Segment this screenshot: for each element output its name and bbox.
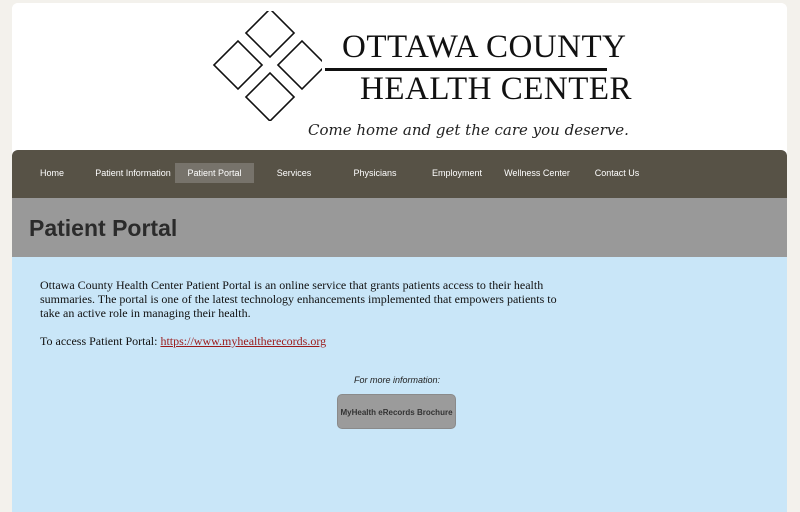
nav-item-patient-portal[interactable]: Patient Portal xyxy=(175,163,254,183)
logo-title-line1: OTTAWA COUNTY xyxy=(342,29,627,65)
access-line: To access Patient Portal: https://www.my… xyxy=(40,334,326,349)
title-band: Patient Portal xyxy=(12,198,787,257)
page-title: Patient Portal xyxy=(29,215,178,241)
page-frame: OTTAWA COUNTY HEALTH CENTER Come home an… xyxy=(12,3,787,512)
brochure-button[interactable]: MyHealth eRecords Brochure xyxy=(337,394,456,429)
main-nav: Home Patient Information Patient Portal … xyxy=(12,150,787,198)
access-label: To access Patient Portal: xyxy=(40,334,161,348)
logo-tagline: Come home and get the care you deserve. xyxy=(308,121,629,139)
site-header: OTTAWA COUNTY HEALTH CENTER Come home an… xyxy=(12,3,787,150)
site-logo[interactable]: OTTAWA COUNTY HEALTH CENTER Come home an… xyxy=(212,11,632,146)
more-info-label: For more information: xyxy=(353,375,441,385)
logo-title-line2: HEALTH CENTER xyxy=(360,71,633,107)
nav-item-contact-us[interactable]: Contact Us xyxy=(582,163,652,183)
nav-item-wellness-center[interactable]: Wellness Center xyxy=(499,163,575,183)
intro-paragraph: Ottawa County Health Center Patient Port… xyxy=(40,278,557,320)
logo-diamond-icon xyxy=(212,11,322,121)
nav-item-employment[interactable]: Employment xyxy=(422,163,492,183)
nav-item-patient-information[interactable]: Patient Information xyxy=(90,163,176,183)
nav-item-physicians[interactable]: Physicians xyxy=(340,163,410,183)
nav-item-home[interactable]: Home xyxy=(27,163,77,183)
main-content: Ottawa County Health Center Patient Port… xyxy=(12,257,787,512)
nav-item-services[interactable]: Services xyxy=(264,163,324,183)
patient-portal-link[interactable]: https://www.myhealtherecords.org xyxy=(160,334,326,348)
